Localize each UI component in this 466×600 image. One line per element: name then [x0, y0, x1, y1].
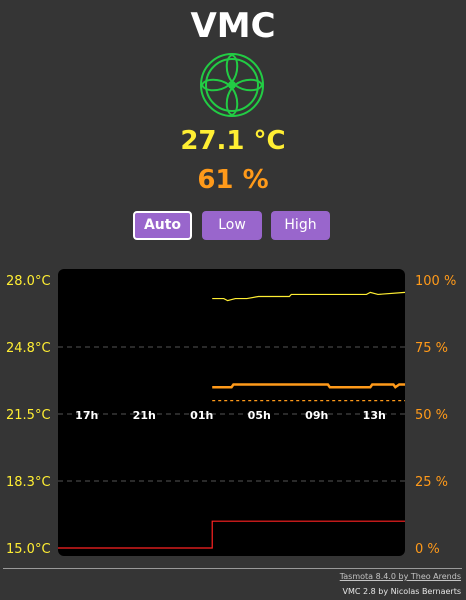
- x-tick-label: 05h: [248, 409, 271, 422]
- fan-icon: [200, 53, 264, 117]
- y-left-tick-label: 28.0°C: [6, 274, 51, 289]
- history-chart: 28.0°C 24.8°C 21.5°C 18.3°C 15.0°C 100 % 75 % 5…: [6, 269, 456, 557]
- y-right-tick-label: 75 %: [415, 341, 448, 356]
- temperature-reading: 27.1 °C: [180, 126, 286, 156]
- mode-auto-button[interactable]: Auto: [133, 211, 192, 240]
- x-tick-label: 09h: [305, 409, 328, 422]
- x-tick-label: 21h: [133, 409, 156, 422]
- y-right-tick-label: 0 %: [415, 542, 440, 557]
- humidity-reading: 61 %: [197, 165, 269, 195]
- y-left-tick-label: 18.3°C: [6, 475, 51, 490]
- y-right-tick-label: 25 %: [415, 475, 448, 490]
- mode-high-button[interactable]: High: [271, 211, 330, 240]
- firmware-link[interactable]: Tasmota 8.4.0 by Theo Arends: [340, 572, 461, 581]
- y-right-tick-label: 100 %: [415, 274, 456, 289]
- y-right-tick-label: 50 %: [415, 408, 448, 423]
- x-tick-label: 13h: [363, 409, 386, 422]
- x-tick-label: 17h: [75, 409, 98, 422]
- chart-plot-area: [58, 269, 405, 556]
- y-left-tick-label: 24.8°C: [6, 341, 51, 356]
- y-left-tick-label: 15.0°C: [6, 542, 51, 557]
- page-title: VMC: [190, 6, 276, 46]
- footer-divider: [3, 568, 462, 569]
- x-tick-label: 01h: [190, 409, 213, 422]
- y-left-tick-label: 21.5°C: [6, 408, 51, 423]
- app-version: VMC 2.8 by Nicolas Bernaerts: [342, 587, 461, 596]
- mode-low-button[interactable]: Low: [202, 211, 262, 240]
